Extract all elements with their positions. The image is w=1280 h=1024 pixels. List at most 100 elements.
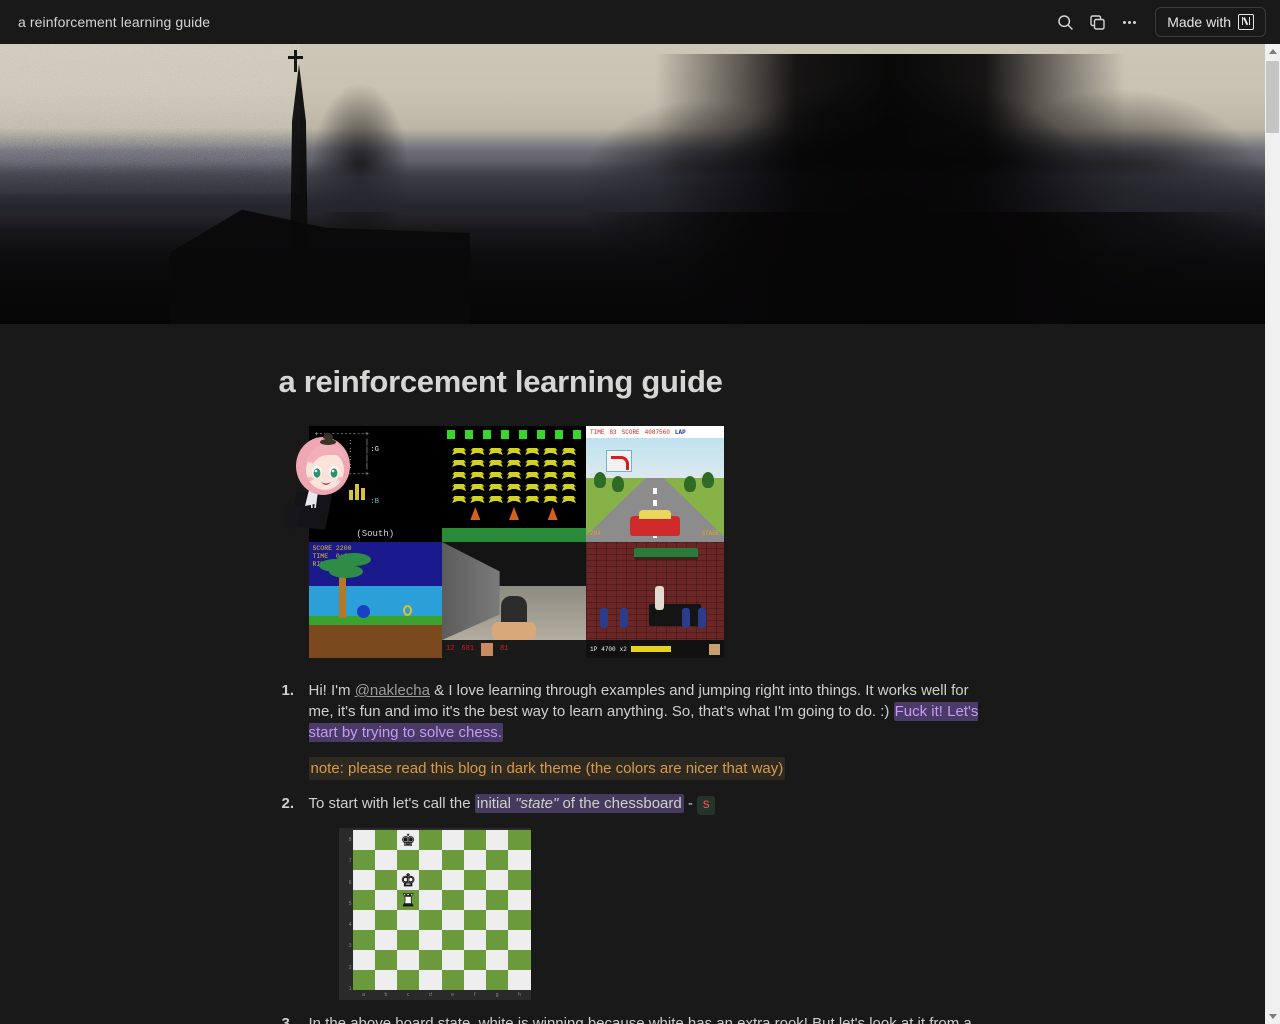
chess-square-d7[interactable] (419, 850, 442, 870)
chess-square-c6[interactable]: ♚ (397, 870, 420, 890)
chess-square-a4[interactable] (352, 910, 375, 930)
chess-square-c8[interactable]: ♚ (397, 830, 420, 850)
chess-square-f2[interactable] (463, 950, 486, 970)
scrollbar-thumb[interactable] (1266, 61, 1279, 133)
chess-square-e5[interactable] (441, 890, 464, 910)
chess-square-a6[interactable] (352, 870, 375, 890)
chess-square-g3[interactable] (486, 930, 509, 950)
page-cover-image (0, 44, 1265, 324)
invaders-ground (442, 528, 587, 542)
chess-square-c5[interactable]: ♜ (397, 890, 420, 910)
chess-square-c2[interactable] (397, 950, 420, 970)
vertical-scrollbar[interactable] (1265, 44, 1280, 1024)
chess-piece-black-king[interactable]: ♚ (401, 832, 416, 849)
page-scroll-viewport[interactable]: a reinforcement learning guide +--------… (0, 44, 1265, 1024)
chess-square-b1[interactable] (374, 970, 397, 990)
chess-square-a5[interactable] (352, 890, 375, 910)
chess-square-b4[interactable] (374, 910, 397, 930)
chess-square-c4[interactable] (397, 910, 420, 930)
chess-square-f4[interactable] (463, 910, 486, 930)
chess-square-d8[interactable] (419, 830, 442, 850)
list-item-1-lead: Hi! I'm (308, 682, 355, 699)
chess-square-a1[interactable] (352, 970, 375, 990)
chess-square-h6[interactable] (508, 870, 531, 890)
chess-square-e6[interactable] (441, 870, 464, 890)
chess-square-b8[interactable] (374, 830, 397, 850)
list-item-1: 1. Hi! I'm @naklecha & I love learning t… (279, 680, 987, 780)
search-button[interactable] (1051, 8, 1079, 36)
chess-square-e1[interactable] (441, 970, 464, 990)
chess-square-h1[interactable] (508, 970, 531, 990)
chess-square-f8[interactable] (463, 830, 486, 850)
chess-square-d4[interactable] (419, 910, 442, 930)
chess-square-c7[interactable] (397, 850, 420, 870)
chess-square-f3[interactable] (463, 930, 486, 950)
chess-square-a3[interactable] (352, 930, 375, 950)
duplicate-button[interactable] (1083, 8, 1111, 36)
collage-tile-wolfenstein: 12 681 81 (442, 542, 587, 658)
outrun-speed: 204 (590, 530, 601, 537)
more-options-button[interactable] (1115, 8, 1143, 36)
chess-square-g1[interactable] (486, 970, 509, 990)
chess-square-e7[interactable] (441, 850, 464, 870)
chess-square-e4[interactable] (441, 910, 464, 930)
chess-square-d6[interactable] (419, 870, 442, 890)
chess-square-e8[interactable] (441, 830, 464, 850)
highlight-initial-suffix: of the chessboard (558, 795, 682, 812)
chess-square-d3[interactable] (419, 930, 442, 950)
mention-naklecha[interactable]: @naklecha (355, 682, 430, 699)
chess-piece-white-rook[interactable]: ♜ (400, 891, 416, 909)
chessboard-file-d: d (428, 992, 432, 998)
chess-square-b7[interactable] (374, 850, 397, 870)
chess-square-f5[interactable] (463, 890, 486, 910)
outrun-score-value: 4087560 (644, 428, 670, 436)
chess-square-h8[interactable] (508, 830, 531, 850)
chess-square-f1[interactable] (463, 970, 486, 990)
chessboard-grid[interactable]: ♚ ♚ ♜ (352, 830, 531, 990)
made-with-notion-button[interactable]: Made with (1155, 7, 1266, 37)
chess-square-g5[interactable] (486, 890, 509, 910)
chess-square-h5[interactable] (508, 890, 531, 910)
chess-square-d2[interactable] (419, 950, 442, 970)
scroll-down-button[interactable] (1265, 1009, 1280, 1024)
list-item-1-number: 1. (281, 682, 295, 699)
chess-square-a8[interactable] (352, 830, 375, 850)
scroll-down-arrow-icon (1268, 1014, 1277, 1019)
chess-square-f7[interactable] (463, 850, 486, 870)
chess-square-g7[interactable] (486, 850, 509, 870)
chess-square-d1[interactable] (419, 970, 442, 990)
chess-square-h3[interactable] (508, 930, 531, 950)
chess-square-b2[interactable] (374, 950, 397, 970)
sonic-ground (308, 616, 443, 658)
chessboard-file-h: h (517, 992, 521, 998)
chess-square-f6[interactable] (463, 870, 486, 890)
chess-square-c3[interactable] (397, 930, 420, 950)
retro-games-collage-image[interactable]: +-----------+ | : : | | : : | | : : | | … (308, 426, 724, 658)
chess-square-h7[interactable] (508, 850, 531, 870)
notion-logo-icon (1238, 14, 1254, 30)
chess-square-g2[interactable] (486, 950, 509, 970)
duplicate-icon (1089, 14, 1105, 30)
chess-square-a2[interactable] (352, 950, 375, 970)
chessboard[interactable]: 8 7 6 5 4 3 2 1 ♚ ♚ ♜ a b c d e f g h (338, 828, 531, 1000)
chess-square-h2[interactable] (508, 950, 531, 970)
chess-square-a7[interactable] (352, 850, 375, 870)
highlight-initial-state: initial "state" of the chessboard (474, 794, 684, 813)
chess-piece-white-king[interactable]: ♚ (400, 871, 416, 889)
chess-square-h4[interactable] (508, 910, 531, 930)
chessboard-rank-7: 7 (348, 858, 352, 865)
chess-square-b6[interactable] (374, 870, 397, 890)
chess-square-b3[interactable] (374, 930, 397, 950)
chess-square-g4[interactable] (486, 910, 509, 930)
chess-square-e3[interactable] (441, 930, 464, 950)
chess-square-c1[interactable] (397, 970, 420, 990)
outrun-time-value: 83 (609, 428, 617, 436)
chess-square-g6[interactable] (486, 870, 509, 890)
chess-square-g8[interactable] (486, 830, 509, 850)
chess-square-b5[interactable] (374, 890, 397, 910)
scroll-up-button[interactable] (1265, 44, 1280, 59)
chessboard-file-a: a (362, 992, 366, 998)
chess-square-e2[interactable] (441, 950, 464, 970)
sonic-ring (403, 605, 413, 616)
chess-square-d5[interactable] (419, 890, 442, 910)
